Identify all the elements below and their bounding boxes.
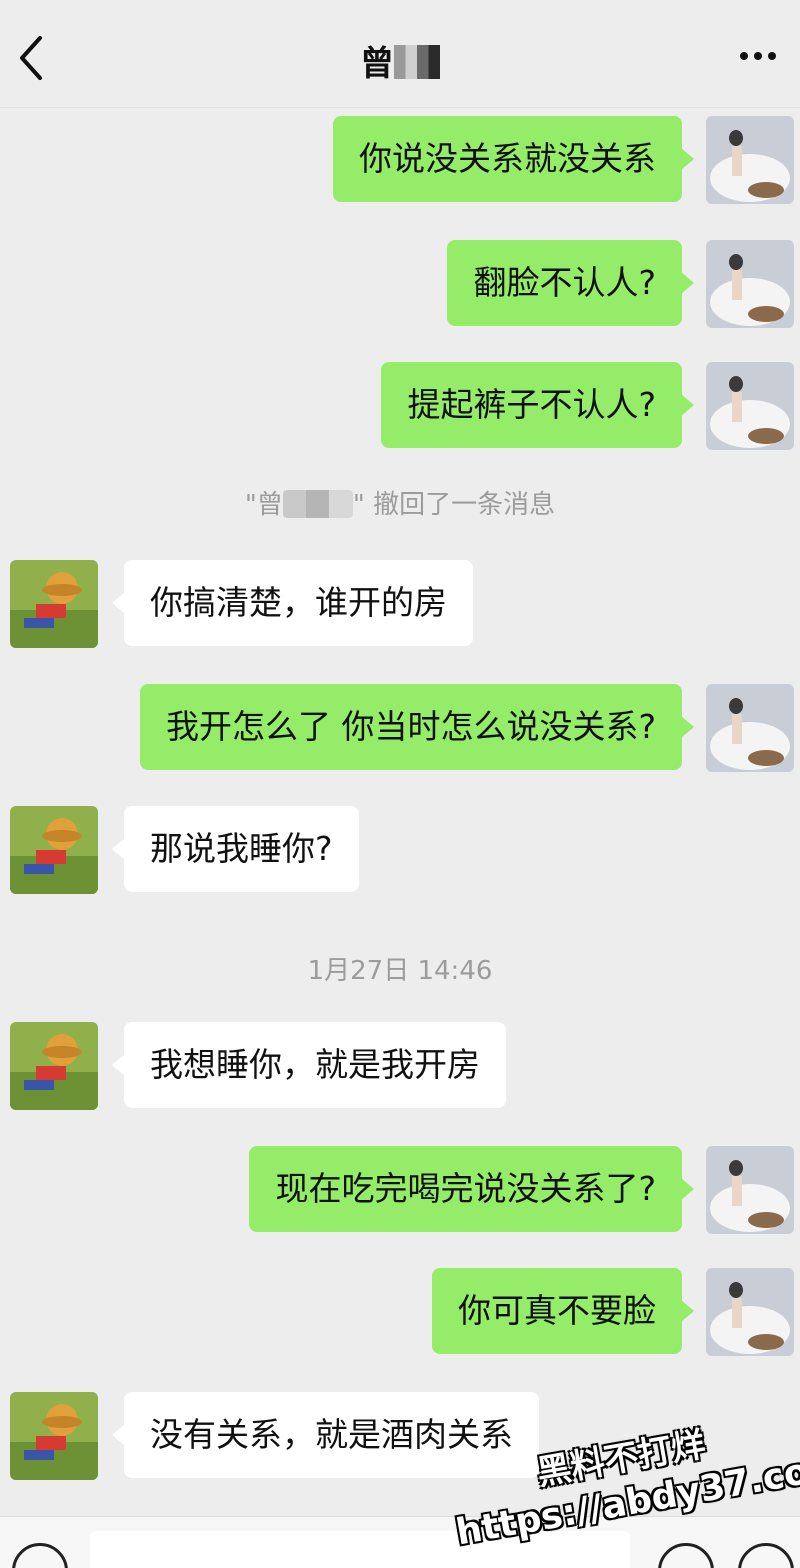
message-bubble-sent[interactable]: 翻脸不认人? <box>447 240 694 326</box>
chat-title: 曾 <box>0 36 800 85</box>
message-bubble-sent[interactable]: 提起裤子不认人? <box>381 362 694 448</box>
voice-icon[interactable] <box>12 1543 68 1568</box>
plus-icon[interactable] <box>738 1543 794 1568</box>
message-row: 那说我睡你? <box>0 806 800 894</box>
contact-name: 曾 <box>360 44 394 84</box>
avatar[interactable] <box>706 1268 794 1356</box>
message-row: 现在吃完喝完说没关系了? <box>0 1146 800 1234</box>
avatar[interactable] <box>706 116 794 204</box>
avatar[interactable] <box>10 806 98 894</box>
more-dots-icon[interactable] <box>738 48 778 64</box>
avatar[interactable] <box>10 1392 98 1480</box>
message-bubble-received[interactable]: 你搞清楚，谁开的房 <box>112 560 473 646</box>
message-row: 翻脸不认人? <box>0 240 800 328</box>
message-row: 你说没关系就没关系 <box>0 116 800 204</box>
message-row: 我想睡你，就是我开房 <box>0 1022 800 1110</box>
message-row: 提起裤子不认人? <box>0 362 800 450</box>
timestamp: 1月27日 14:46 <box>307 956 493 986</box>
emoji-icon[interactable] <box>658 1543 714 1568</box>
avatar[interactable] <box>706 684 794 772</box>
name-mosaic <box>394 45 440 79</box>
avatar[interactable] <box>706 240 794 328</box>
avatar[interactable] <box>10 560 98 648</box>
avatar[interactable] <box>706 362 794 450</box>
recall-notice: "曾 " 撤回了一条消息 <box>0 484 800 521</box>
avatar[interactable] <box>10 1022 98 1110</box>
avatar[interactable] <box>706 1146 794 1234</box>
name-mosaic <box>282 490 353 518</box>
message-bubble-sent[interactable]: 你可真不要脸 <box>432 1268 694 1354</box>
message-bubble-received[interactable]: 我想睡你，就是我开房 <box>112 1022 506 1108</box>
message-bubble-sent[interactable]: 我开怎么了 你当时怎么说没关系? <box>139 684 695 770</box>
message-row: 你可真不要脸 <box>0 1268 800 1356</box>
recall-suffix: " 撤回了一条消息 <box>352 490 556 520</box>
message-bubble-received[interactable]: 那说我睡你? <box>112 806 359 892</box>
chat-header: 曾 <box>0 0 800 108</box>
message-row: 我开怎么了 你当时怎么说没关系? <box>0 684 800 772</box>
message-row: 你搞清楚，谁开的房 <box>0 560 800 648</box>
message-bubble-sent[interactable]: 你说没关系就没关系 <box>333 116 694 202</box>
recall-prefix: "曾 <box>244 490 283 520</box>
message-bubble-sent[interactable]: 现在吃完喝完说没关系了? <box>249 1146 694 1232</box>
